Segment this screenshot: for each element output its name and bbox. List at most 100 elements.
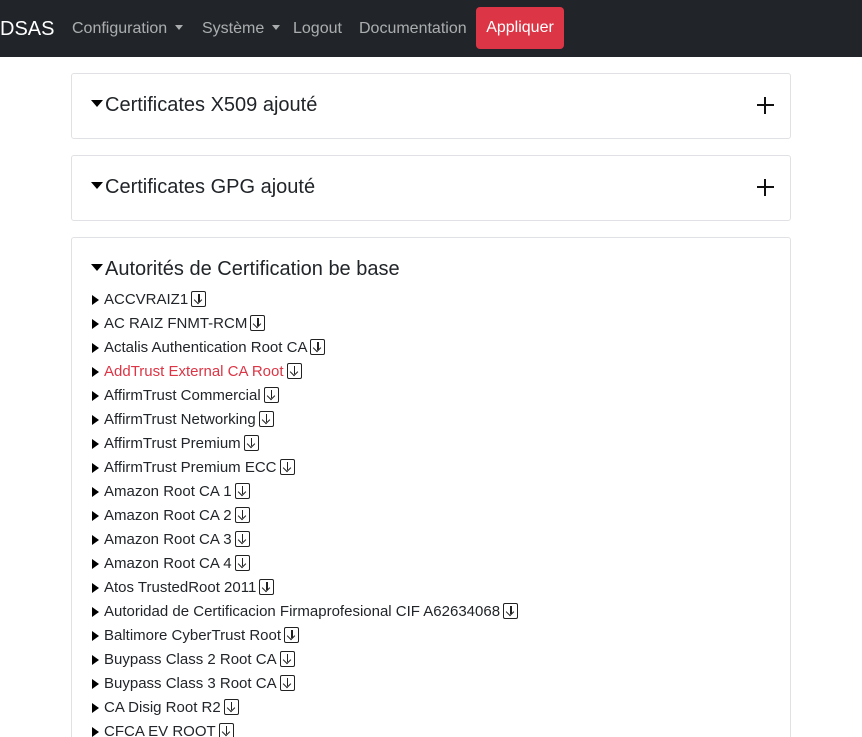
ca-name[interactable]: AffirmTrust Premium xyxy=(104,435,241,452)
nav-documentation-link[interactable]: Documentation xyxy=(359,17,467,41)
download-icon[interactable] xyxy=(503,603,519,619)
ca-name[interactable]: Autoridad de Certificacion Firmaprofesio… xyxy=(104,603,500,620)
download-icon[interactable] xyxy=(259,579,275,595)
x509-section-title: Certificates X509 ajouté xyxy=(105,94,318,116)
gpg-section-header[interactable]: Certificates GPG ajouté xyxy=(91,175,315,199)
download-icon[interactable] xyxy=(279,651,295,667)
download-icon[interactable] xyxy=(234,555,250,571)
caret-right-icon[interactable] xyxy=(92,703,99,713)
ca-list-item: CA Disig Root R2 xyxy=(92,696,518,720)
ca-name[interactable]: Amazon Root CA 1 xyxy=(104,483,232,500)
ca-name[interactable]: Actalis Authentication Root CA xyxy=(104,339,307,356)
download-icon[interactable] xyxy=(263,387,279,403)
ca-name[interactable]: Amazon Root CA 3 xyxy=(104,531,232,548)
ca-list-item: AddTrust External CA Root xyxy=(92,360,518,384)
caret-right-icon[interactable] xyxy=(92,607,99,617)
add-gpg-icon[interactable] xyxy=(757,179,774,196)
nav-systeme-label: Système xyxy=(202,20,265,37)
ca-name[interactable]: Buypass Class 2 Root CA xyxy=(104,651,277,668)
download-icon[interactable] xyxy=(250,315,266,331)
ca-list-item: AffirmTrust Premium ECC xyxy=(92,456,518,480)
ca-list-item: Amazon Root CA 4 xyxy=(92,552,518,576)
ca-list-item: AffirmTrust Networking xyxy=(92,408,518,432)
download-icon[interactable] xyxy=(286,363,302,379)
ca-list-item: Buypass Class 2 Root CA xyxy=(92,648,518,672)
ca-list-item: Amazon Root CA 2 xyxy=(92,504,518,528)
ca-name[interactable]: Amazon Root CA 4 xyxy=(104,555,232,572)
nav-configuration-dropdown[interactable]: Configuration xyxy=(72,17,184,41)
caret-down-icon xyxy=(91,182,103,189)
download-icon[interactable] xyxy=(279,459,295,475)
caret-right-icon[interactable] xyxy=(92,319,99,329)
caret-down-icon xyxy=(91,100,103,107)
caret-right-icon[interactable] xyxy=(92,415,99,425)
base-ca-section-title: Autorités de Certification be base xyxy=(105,258,400,280)
caret-right-icon[interactable] xyxy=(92,559,99,569)
ca-name[interactable]: AffirmTrust Networking xyxy=(104,411,256,428)
ca-list-item: AffirmTrust Premium xyxy=(92,432,518,456)
ca-list-item: CFCA EV ROOT xyxy=(92,720,518,737)
base-ca-card: Autorités de Certification be base ACCVR… xyxy=(71,237,791,737)
ca-list-item: Amazon Root CA 1 xyxy=(92,480,518,504)
ca-list-item: Buypass Class 3 Root CA xyxy=(92,672,518,696)
ca-name[interactable]: AffirmTrust Premium ECC xyxy=(104,459,277,476)
download-icon[interactable] xyxy=(279,675,295,691)
brand-logo[interactable]: DSAS xyxy=(0,17,54,41)
add-x509-icon[interactable] xyxy=(757,97,774,114)
ca-name[interactable]: CFCA EV ROOT xyxy=(104,723,216,737)
caret-down-icon xyxy=(91,264,103,271)
download-icon[interactable] xyxy=(234,531,250,547)
download-icon[interactable] xyxy=(258,411,274,427)
caret-right-icon[interactable] xyxy=(92,487,99,497)
ca-name[interactable]: CA Disig Root R2 xyxy=(104,699,221,716)
chevron-down-icon xyxy=(175,25,184,30)
download-icon[interactable] xyxy=(218,723,234,737)
caret-right-icon[interactable] xyxy=(92,463,99,473)
download-icon[interactable] xyxy=(310,339,326,355)
download-icon[interactable] xyxy=(223,699,239,715)
ca-name[interactable]: AffirmTrust Commercial xyxy=(104,387,261,404)
base-ca-section-header[interactable]: Autorités de Certification be base xyxy=(91,257,400,281)
ca-list-item: Baltimore CyberTrust Root xyxy=(92,624,518,648)
caret-right-icon[interactable] xyxy=(92,343,99,353)
ca-list-item: ACCVRAIZ1 xyxy=(92,288,518,312)
caret-right-icon[interactable] xyxy=(92,391,99,401)
ca-list-item: Actalis Authentication Root CA xyxy=(92,336,518,360)
ca-name[interactable]: Baltimore CyberTrust Root xyxy=(104,627,281,644)
caret-right-icon[interactable] xyxy=(92,583,99,593)
gpg-certificates-card: Certificates GPG ajouté xyxy=(71,155,791,221)
nav-systeme-dropdown[interactable]: Système xyxy=(202,17,281,41)
nav-logout-link[interactable]: Logout xyxy=(293,17,342,41)
apply-button[interactable]: Appliquer xyxy=(476,7,564,49)
ca-list: ACCVRAIZ1 AC RAIZ FNMT-RCM Actalis Authent… xyxy=(92,288,519,737)
ca-name[interactable]: Atos TrustedRoot 2011 xyxy=(104,579,256,596)
caret-right-icon[interactable] xyxy=(92,655,99,665)
download-icon[interactable] xyxy=(243,435,259,451)
gpg-section-title: Certificates GPG ajouté xyxy=(105,176,316,198)
caret-right-icon[interactable] xyxy=(92,631,99,641)
chevron-down-icon xyxy=(272,25,281,30)
ca-list-item: Autoridad de Certificacion Firmaprofesio… xyxy=(92,600,519,624)
download-icon[interactable] xyxy=(191,291,207,307)
caret-right-icon[interactable] xyxy=(92,535,99,545)
ca-list-item: Amazon Root CA 3 xyxy=(92,528,518,552)
ca-name[interactable]: Amazon Root CA 2 xyxy=(104,507,232,524)
ca-name[interactable]: AddTrust External CA Root xyxy=(104,363,284,380)
download-icon[interactable] xyxy=(284,627,299,643)
caret-right-icon[interactable] xyxy=(92,727,99,737)
ca-name[interactable]: ACCVRAIZ1 xyxy=(104,291,188,308)
x509-section-header[interactable]: Certificates X509 ajouté xyxy=(91,93,317,117)
caret-right-icon[interactable] xyxy=(92,511,99,521)
ca-name[interactable]: Buypass Class 3 Root CA xyxy=(104,675,277,692)
ca-name[interactable]: AC RAIZ FNMT-RCM xyxy=(104,315,247,332)
caret-right-icon[interactable] xyxy=(92,367,99,377)
ca-list-item: AffirmTrust Commercial xyxy=(92,384,518,408)
caret-right-icon[interactable] xyxy=(92,439,99,449)
caret-right-icon[interactable] xyxy=(92,679,99,689)
ca-list-item: AC RAIZ FNMT-RCM xyxy=(92,312,518,336)
x509-certificates-card: Certificates X509 ajouté xyxy=(71,73,791,139)
download-icon[interactable] xyxy=(234,483,250,499)
caret-right-icon[interactable] xyxy=(92,295,99,305)
top-navbar: DSAS Configuration Système Logout Docume… xyxy=(0,0,862,57)
download-icon[interactable] xyxy=(234,507,250,523)
